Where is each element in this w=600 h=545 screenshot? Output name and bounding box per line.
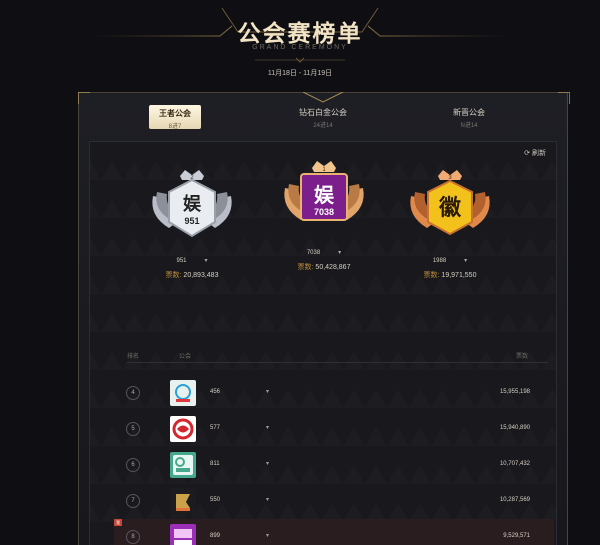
- chevron-down-icon[interactable]: ▾: [464, 258, 467, 264]
- tab-diamond-platinum-guild[interactable]: 钻石白金公会 24进14: [273, 107, 373, 129]
- guild-id: 550: [210, 497, 221, 503]
- tab-sub: 24进14: [313, 123, 333, 129]
- podium-second[interactable]: 2 娱 951 951 ▾ 票数: 20,893,483: [142, 166, 242, 280]
- guild-id: 899: [210, 533, 221, 539]
- badge-text: 娱: [183, 193, 202, 214]
- date-range: 11月18日 - 11月19日: [267, 70, 333, 77]
- badge-text: 徽: [438, 195, 462, 220]
- chevron-down-icon[interactable]: ▾: [266, 460, 269, 467]
- refresh-button[interactable]: ⟳ 刷新: [524, 148, 546, 158]
- rank-badge: 8: [126, 530, 140, 544]
- category-tabs: 王者公会 8进7 钻石白金公会 24进14 新晋公会 N进14: [79, 93, 567, 141]
- score-value: 19,971,550: [441, 272, 477, 279]
- silver-badge-icon: 2 娱 951: [152, 170, 232, 238]
- score-value: 50,428,867: [315, 264, 351, 271]
- gold-badge-icon: 1 娱 7038: [284, 161, 364, 221]
- guild-logo: [170, 380, 196, 406]
- guild-score-row: 票数: 50,428,867: [274, 262, 374, 272]
- chevron-down-icon[interactable]: ▾: [338, 250, 341, 256]
- guild-score: 10,287,569: [499, 497, 530, 503]
- ranking-panel: 王者公会 8进7 钻石白金公会 24进14 新晋公会 N进14 ⟳ 刷新 2 娱…: [78, 92, 570, 545]
- page-title: 公会赛榜单: [237, 20, 363, 46]
- guild-name-row: 951 ▾: [142, 257, 242, 264]
- tab-label: 钻石白金公会: [299, 108, 347, 117]
- tab-king-guild[interactable]: 王者公会 8进7: [149, 105, 201, 130]
- chevron-down-icon[interactable]: ▾: [266, 424, 269, 431]
- guild-id: 1988: [432, 258, 447, 264]
- podium-first[interactable]: 1 娱 7038 7038 ▾ 票数: 50,428,867: [274, 158, 374, 272]
- guild-id: 456: [210, 389, 221, 395]
- score-value: 20,893,483: [183, 272, 219, 279]
- tab-sub: 8进7: [168, 124, 182, 130]
- guild-score: 10,707,432: [499, 461, 530, 467]
- badge-number: 951: [184, 216, 199, 226]
- guild-logo-icon: [174, 529, 192, 545]
- guild-logo-icon: [176, 494, 190, 511]
- score-column-header: 票数: [515, 354, 528, 360]
- table-row[interactable]: 6 811 ▾ 10,707,432: [114, 447, 554, 483]
- bronze-badge-icon: 3 徽: [410, 170, 490, 236]
- rank-column-header: 排名: [127, 354, 140, 360]
- rank-badge: 7: [126, 494, 140, 508]
- guild-score: 15,955,198: [499, 389, 530, 395]
- table-row[interactable]: 7 550 ▾ 10,287,569: [114, 483, 554, 519]
- guild-score-row: 票数: 20,893,483: [142, 270, 242, 280]
- refresh-icon: ⟳: [524, 150, 531, 157]
- rank-badge: 6: [126, 458, 140, 472]
- guild-score: 15,940,890: [499, 425, 530, 431]
- guild-name-row: 7038 ▾: [274, 249, 374, 256]
- page-subtitle: GRAND CEREMONY: [252, 44, 348, 51]
- refresh-label: 刷新: [532, 150, 546, 157]
- chevron-down-icon[interactable]: ▾: [205, 258, 208, 264]
- my-guild-flag: 我: [114, 519, 122, 526]
- guild-logo: [170, 416, 196, 442]
- rank-badge: 4: [126, 386, 140, 400]
- table-row[interactable]: 4 456 ▾ 15,955,198: [114, 375, 554, 411]
- guild-id: 951: [176, 258, 187, 264]
- guild-score: 9,529,571: [503, 533, 530, 539]
- tab-label: 王者公会: [159, 109, 191, 118]
- guild-logo-icon: [172, 418, 194, 440]
- chevron-down-icon[interactable]: ▾: [266, 532, 269, 539]
- list-header: 排名 公会 票数: [127, 349, 548, 363]
- guild-score-row: 票数: 19,971,550: [400, 270, 500, 280]
- tab-sub: N进14: [460, 123, 478, 129]
- guild-logo: [170, 452, 196, 478]
- badge-text: 娱: [314, 184, 335, 207]
- score-label: 票数:: [165, 272, 182, 279]
- guild-logo: [170, 488, 196, 514]
- podium-third[interactable]: 3 徽 1988 ▾ 票数: 19,971,550: [400, 166, 500, 280]
- guild-logo: [170, 524, 196, 545]
- guild-logo-icon: [175, 384, 191, 402]
- guild-logo-icon: [173, 455, 193, 475]
- leaderboard-area: ⟳ 刷新 2 娱 951 951 ▾ 票数: 20,893,483 1 娱 70…: [89, 141, 557, 545]
- tab-new-guild[interactable]: 新晋公会 N进14: [419, 107, 519, 129]
- chevron-down-icon[interactable]: ▾: [266, 496, 269, 503]
- guild-id: 7038: [306, 250, 321, 256]
- guild-name-row: 1988 ▾: [400, 257, 500, 264]
- guild-column-header: 公会: [179, 354, 192, 360]
- score-label: 票数:: [423, 272, 440, 279]
- guild-id: 811: [210, 461, 220, 467]
- rank-badge: 5: [126, 422, 140, 436]
- tab-label: 新晋公会: [453, 108, 485, 117]
- chevron-down-icon[interactable]: ▾: [266, 388, 269, 395]
- score-label: 票数:: [297, 264, 314, 271]
- table-row-my-guild[interactable]: 我 8 899 ▾ 9,529,571: [114, 519, 554, 545]
- badge-number: 7038: [314, 207, 334, 217]
- table-row[interactable]: 5 577 ▾ 15,940,890: [114, 411, 554, 447]
- guild-id: 577: [210, 425, 221, 431]
